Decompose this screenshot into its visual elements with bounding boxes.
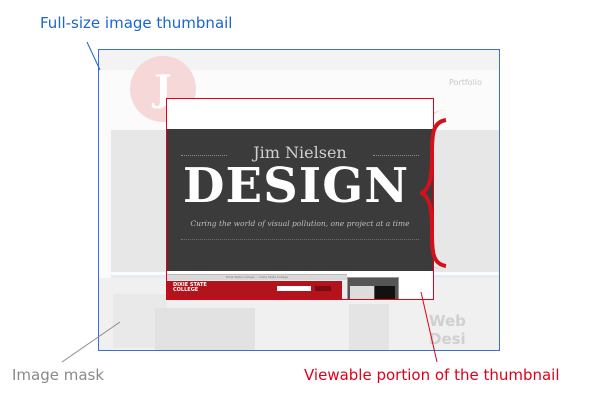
mask-pointer bbox=[61, 321, 121, 363]
viewable-pointer bbox=[420, 291, 438, 363]
viewable-portion-label: Viewable portion of the thumbnail bbox=[304, 366, 560, 384]
pointer-lines bbox=[61, 41, 438, 363]
image-mask-label: Image mask bbox=[12, 366, 105, 384]
full-size-pointer bbox=[86, 41, 101, 71]
